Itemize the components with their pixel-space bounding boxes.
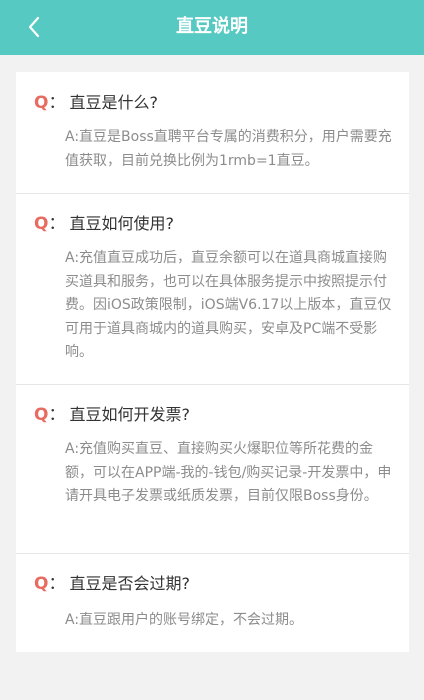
q-colon: ： [48,214,66,234]
question-text: 直豆是否会过期? [69,574,190,593]
question-row: Q： 直豆是否会过期? [34,573,190,595]
q-mark: Q [34,405,49,425]
question-text: 直豆如何使用? [69,214,174,233]
question-text: 直豆如何开发票? [69,405,190,424]
top-bar: 直豆说明 [0,0,424,55]
divider [16,193,409,194]
q-mark: Q [34,574,49,594]
faq-card: Q： 直豆是什么? A:直豆是Boss直聘平台专属的消费积分，用户需要充值获取，目… [16,72,409,652]
page-title: 直豆说明 [176,16,248,37]
question-text: 直豆是什么? [69,93,158,112]
question-row: Q： 直豆是什么? [34,92,158,114]
divider [16,384,409,385]
q-mark: Q [34,214,49,234]
question-row: Q： 直豆如何使用? [34,213,174,235]
q-mark: Q [34,93,49,113]
q-colon: ： [48,405,66,425]
divider [16,553,409,554]
q-colon: ： [48,574,66,594]
answer-text: A:直豆是Boss直聘平台专属的消费积分，用户需要充值获取，目前兑换比例为1rm… [65,129,392,169]
answer-text: A:直豆跟用户的账号绑定，不会过期。 [65,612,304,628]
q-colon: ： [48,93,66,113]
answer-text: A:充值直豆成功后，直豆余额可以在道具商城直接购买道具和服务，也可以在具体服务提… [65,250,392,360]
question-row: Q： 直豆如何开发票? [34,404,190,426]
answer-text: A:充值购买直豆、直接购买火爆职位等所花费的金额，可以在APP端-我的-钱包/购… [65,441,392,504]
